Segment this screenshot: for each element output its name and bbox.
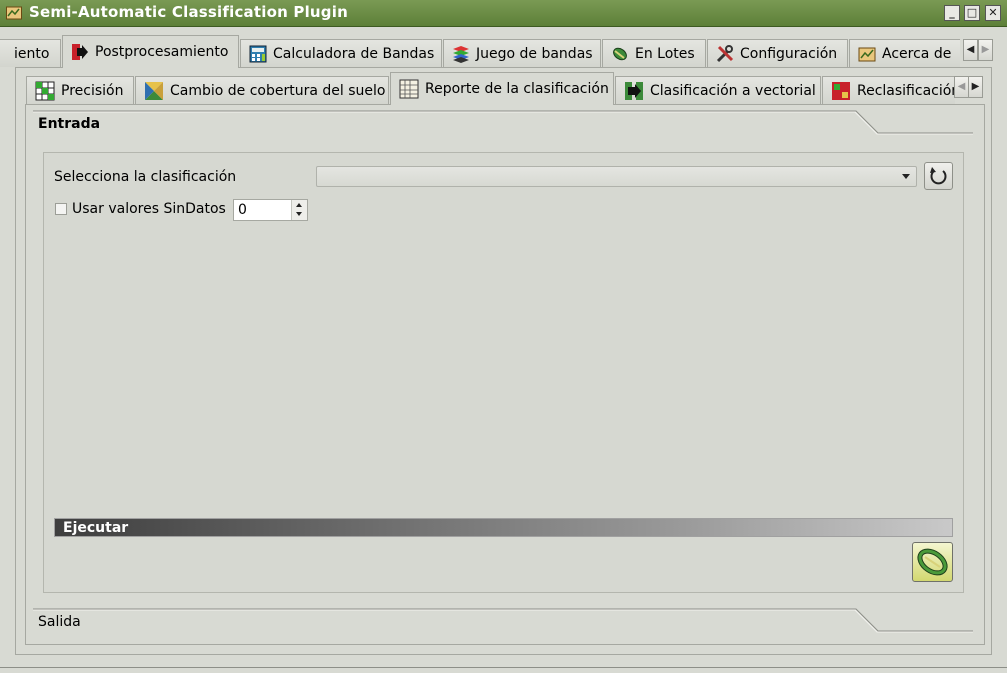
tab-label: Calculadora de Bandas (273, 45, 435, 62)
run-label: Ejecutar (63, 520, 129, 536)
tab-label: Precisión (61, 82, 124, 99)
tab-label: Reporte de la clasificación (425, 81, 609, 97)
classification-report-icon (399, 79, 419, 99)
tab-classification-report[interactable]: Reporte de la clasificación (390, 72, 614, 105)
subtab-scroll-left-button[interactable]: ◀ (954, 76, 969, 98)
tab-postprocessing[interactable]: Postprocesamiento (62, 35, 239, 68)
run-icon (917, 548, 948, 576)
tab-about[interactable]: Acerca de (849, 39, 960, 67)
tab-scroll-right-button[interactable]: ▶ (978, 39, 993, 61)
tab-band-calculator[interactable]: Calculadora de Bandas (240, 39, 442, 67)
tab-label: iento (14, 45, 50, 62)
run-button[interactable] (912, 542, 953, 582)
nodata-checkbox[interactable] (55, 203, 67, 215)
tab-reclassification[interactable]: Reclasificación (822, 76, 960, 104)
batch-icon (613, 47, 627, 60)
input-section-frame (33, 110, 973, 135)
about-icon (858, 47, 876, 61)
tab-label: Configuración (740, 45, 838, 62)
window-bottom-edge (0, 667, 1007, 673)
tab-label: Acerca de (882, 45, 952, 62)
output-section-frame (33, 608, 973, 633)
settings-icon (716, 44, 734, 62)
tab-label: Juego de bandas (476, 45, 593, 62)
main-tab-bar: iento Postprocesamiento Calculadora de B… (0, 33, 1007, 68)
select-classification-label: Selecciona la clasificación (54, 169, 237, 185)
tab-scroll-left-button[interactable]: ◀ (963, 39, 978, 61)
maximize-button[interactable]: □ (964, 5, 980, 21)
tab-band-set[interactable]: Juego de bandas (443, 39, 601, 67)
tab-label: En Lotes (635, 45, 695, 62)
spin-up-icon[interactable] (296, 203, 302, 207)
output-section-title: Salida (38, 614, 81, 630)
tab-settings[interactable]: Configuración (707, 39, 848, 67)
tab-label: Clasificación a vectorial (650, 82, 816, 99)
nodata-label: Usar valores SinDatos (72, 201, 226, 217)
tab-preprocessing-partial[interactable]: iento (0, 39, 61, 67)
tab-label: Reclasificación (857, 82, 961, 99)
input-section-title: Entrada (38, 116, 101, 132)
tab-classification-to-vector[interactable]: Clasificación a vectorial (615, 76, 821, 104)
sub-tab-bar: Precisión Cambio de cobertura del suelo … (0, 71, 1007, 105)
close-button[interactable]: ✕ (985, 5, 1001, 21)
refresh-icon (930, 167, 947, 185)
tab-accuracy[interactable]: Precisión (26, 76, 134, 104)
nodata-value: 0 (238, 202, 247, 218)
minimize-button[interactable]: _ (944, 5, 960, 21)
tab-label: Cambio de cobertura del suelo (170, 82, 386, 99)
band-set-icon (453, 45, 469, 63)
nodata-value-spinbox[interactable]: 0 (233, 199, 308, 221)
tab-land-cover-change[interactable]: Cambio de cobertura del suelo (135, 76, 389, 104)
chevron-down-icon (902, 174, 910, 179)
postprocessing-icon (72, 44, 88, 60)
spin-buttons[interactable] (291, 200, 307, 220)
plugin-logo-icon (6, 6, 22, 20)
subtab-scroll-right-button[interactable]: ▶ (968, 76, 983, 98)
tab-batch[interactable]: En Lotes (602, 39, 706, 67)
run-bar: Ejecutar (54, 518, 953, 537)
reclassification-icon (832, 81, 850, 100)
spin-down-icon[interactable] (296, 212, 302, 216)
classification-select[interactable] (316, 166, 917, 187)
window-title: Semi-Automatic Classification Plugin (29, 3, 348, 21)
band-calc-icon (249, 45, 267, 62)
classification-to-vector-icon (625, 81, 643, 100)
accuracy-icon (35, 81, 55, 100)
refresh-button[interactable] (924, 162, 953, 190)
land-cover-change-icon (145, 81, 163, 100)
tab-label: Postprocesamiento (95, 44, 229, 60)
window-titlebar: Semi-Automatic Classification Plugin _ □… (0, 0, 1007, 27)
